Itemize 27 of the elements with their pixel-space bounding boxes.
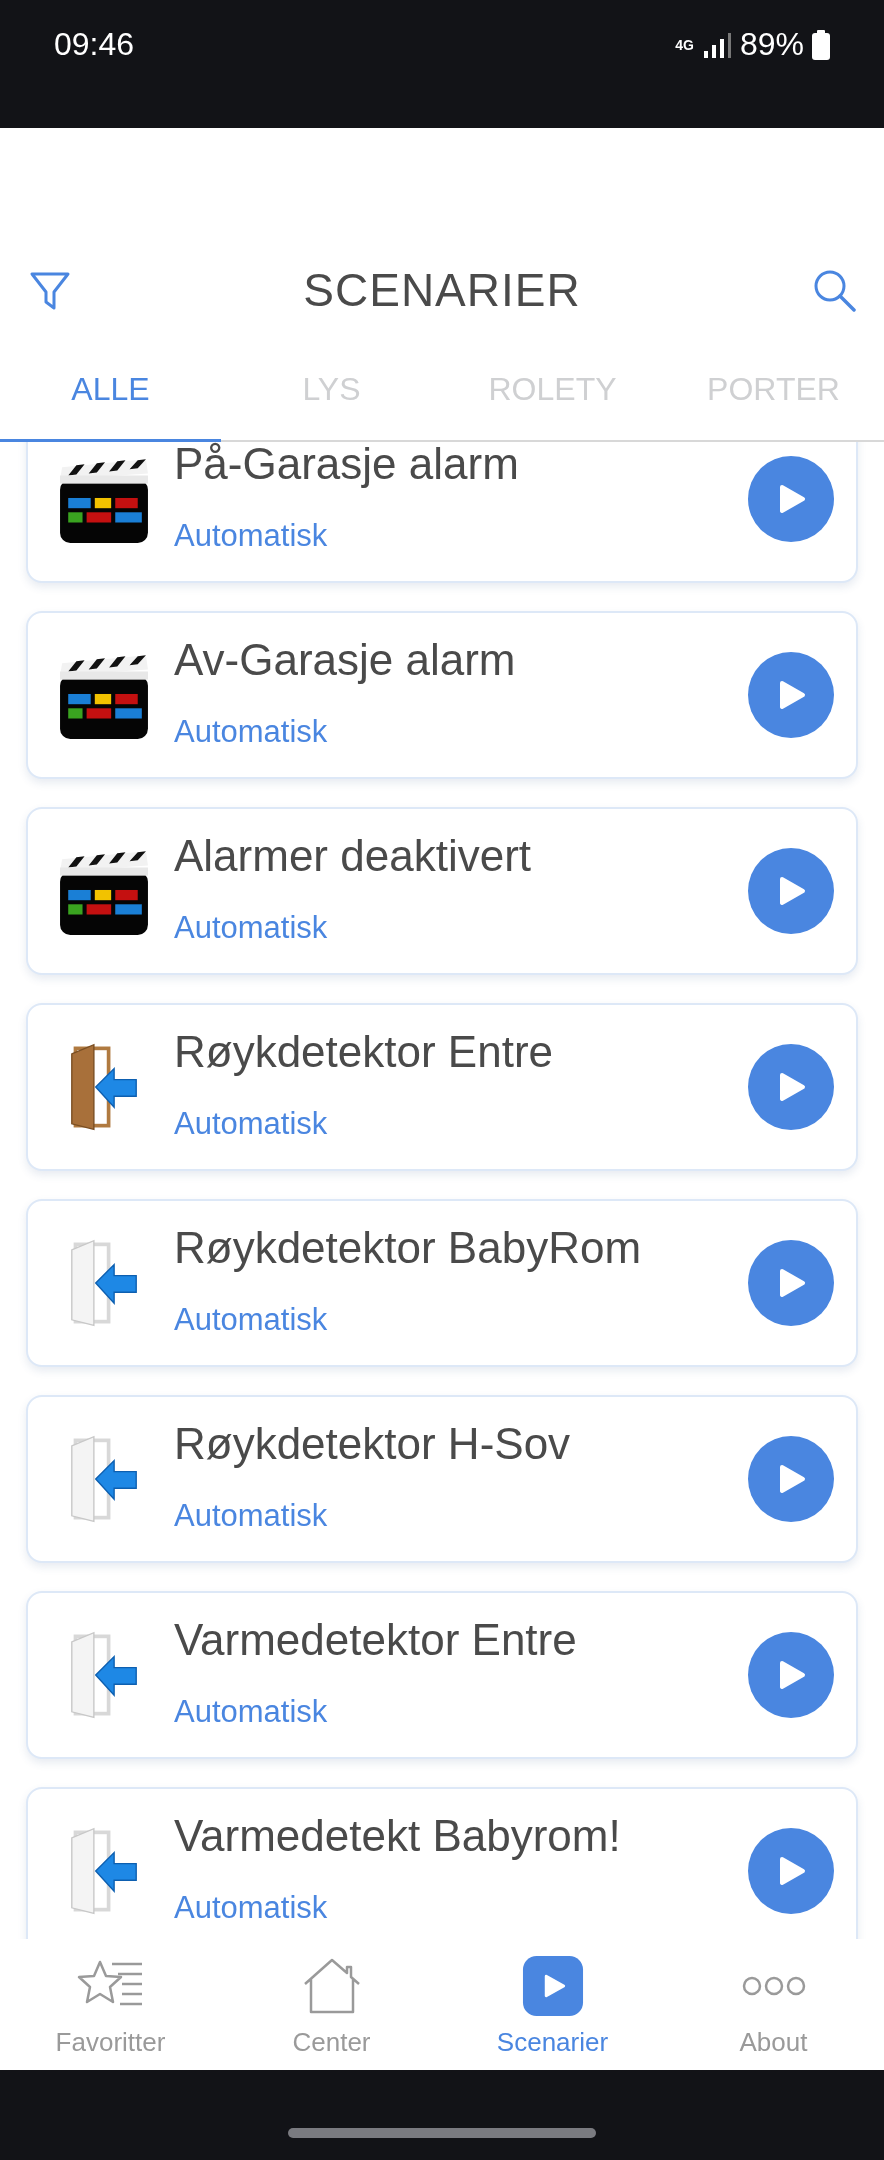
search-icon[interactable] [812,268,856,312]
network-type: 4G [675,37,694,52]
scene-mode: Automatisk [174,1302,329,1338]
scene-mode: Automatisk [174,1498,329,1534]
scene-name: Røykdetektor BabyRom [174,1222,643,1274]
scene-mode: Automatisk [174,1890,329,1926]
battery-icon [812,29,830,60]
page-title: SCENARIER [303,263,581,317]
status-time: 09:46 [54,26,135,63]
scene-name: Røykdetektor Entre [174,1026,555,1078]
nav-tab[interactable]: Scenarier [442,1939,663,2070]
signal-icon [701,30,732,59]
nav-tab[interactable]: Center [221,1939,442,2070]
scene-mode: Automatisk [174,1106,329,1142]
scene-name: Varmedetekt Babyrom! [174,1810,622,1862]
scene-mode: Automatisk [174,1694,329,1730]
scene-name: Røykdetektor H-Sov [174,1418,572,1470]
scene-mode: Automatisk [174,910,329,946]
scene-mode: Automatisk [174,518,329,554]
scene-name: Varmedetektor Entre [174,1614,578,1666]
scene-name: På-Garasje alarm [174,442,520,490]
nav-tab[interactable]: About [663,1939,884,2070]
scene-name: Av-Garasje alarm [174,634,517,686]
scene-name: Alarmer deaktivert [174,830,532,882]
scene-mode: Automatisk [174,714,329,750]
nav-tab[interactable]: Favoritter [0,1939,221,2070]
battery-percent: 89% [739,26,804,63]
